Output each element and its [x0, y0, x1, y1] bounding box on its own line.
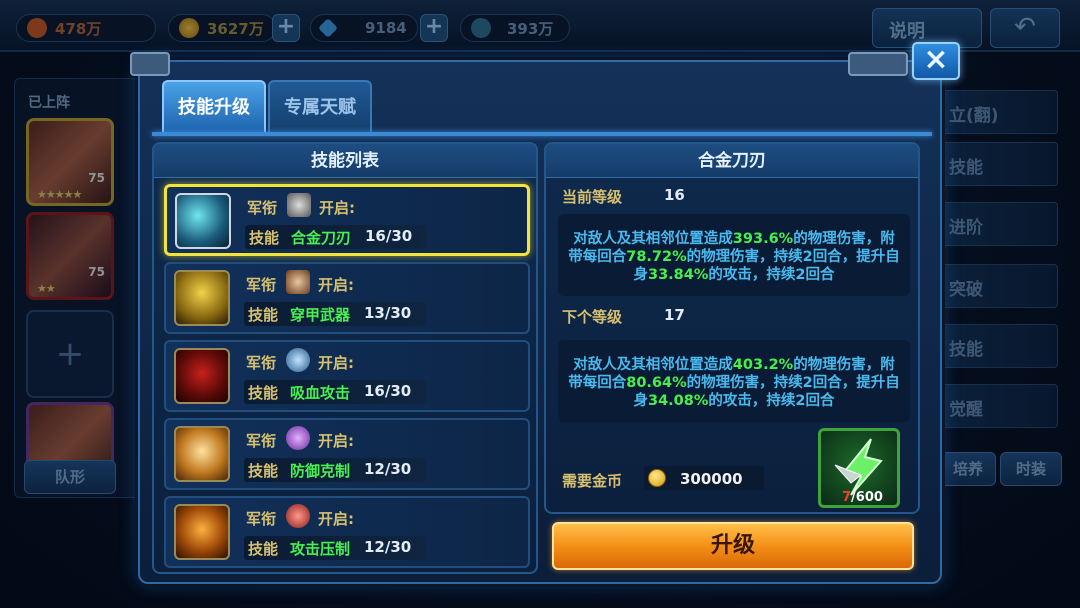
frame-ornament: [130, 52, 170, 76]
defense-counter-icon: [174, 426, 230, 482]
unlock-label: 开启:: [318, 276, 354, 294]
desc-text: 的攻击，持续2回合: [708, 393, 835, 409]
tab-underline: [152, 132, 932, 136]
skill-row[interactable]: 军衔 开启: 技能 合金刀刃 16/30: [164, 184, 530, 256]
skill-progress: 12/30: [364, 460, 412, 478]
vampire-attack-icon: [174, 348, 230, 404]
rank-badge-icon: [287, 193, 311, 217]
desc-text: 的物理伤害: [793, 357, 866, 373]
alloy-blade-icon: [175, 193, 231, 249]
desc-value: 80.64%: [626, 375, 687, 391]
rank-badge-icon: [286, 504, 310, 528]
skill-name: 穿甲武器: [290, 306, 351, 324]
tab-exclusive-talent[interactable]: 专属天赋: [268, 80, 372, 134]
skill-row[interactable]: 军衔 开启: 技能 防御克制 12/30: [164, 418, 530, 490]
next-level-description: 对敌人及其相邻位置造成403.2%的物理伤害，附带每回合80.64%的物理伤害，…: [558, 340, 910, 422]
skill-row[interactable]: 军衔 开启: 技能 穿甲武器 13/30: [164, 262, 530, 334]
skill-label: 技能: [248, 306, 279, 324]
skill-name: 攻击压制: [290, 540, 351, 558]
cost-label: 需要金币: [562, 472, 623, 490]
desc-text: 对敌人及其相邻位置造成: [573, 357, 733, 373]
desc-value: 33.84%: [648, 267, 709, 283]
next-level-label: 下个等级: [562, 308, 623, 326]
unlock-label: 开启:: [318, 354, 354, 372]
desc-text: 的攻击，持续2回合: [708, 267, 835, 283]
desc-value: 403.2%: [732, 357, 794, 373]
rank-label: 军衔: [246, 432, 277, 450]
next-level-value: 17: [664, 306, 685, 324]
desc-text: 的物理伤害，持续2回合: [686, 375, 842, 391]
skill-progress: 16/30: [364, 382, 412, 400]
unlock-label: 开启:: [318, 432, 354, 450]
close-icon: ×: [923, 42, 949, 77]
rank-label: 军衔: [247, 199, 278, 217]
rank-label: 军衔: [246, 354, 277, 372]
close-button[interactable]: ×: [912, 42, 960, 80]
skill-progress: 13/30: [364, 304, 412, 322]
skill-name: 防御克制: [290, 462, 351, 480]
desc-text: 对敌人及其相邻位置造成: [573, 231, 733, 247]
desc-value: 393.6%: [732, 231, 794, 247]
tab-skill-upgrade[interactable]: 技能升级: [162, 80, 266, 134]
gold-coin-icon: [648, 469, 666, 487]
unlock-label: 开启:: [318, 510, 354, 528]
item-required: /600: [851, 490, 883, 505]
skill-name: 合金刀刃: [291, 229, 352, 247]
skill-label: 技能: [248, 540, 279, 558]
current-level-value: 16: [664, 186, 685, 204]
skill-row[interactable]: 军衔 开启: 技能 吸血攻击 16/30: [164, 340, 530, 412]
attack-suppress-icon: [174, 504, 230, 560]
rank-badge-icon: [286, 348, 310, 372]
desc-value: 78.72%: [626, 249, 687, 265]
current-level-label: 当前等级: [562, 188, 623, 206]
frame-ornament: [848, 52, 908, 76]
desc-text: 的物理伤害: [793, 231, 866, 247]
armor-piercing-icon: [174, 270, 230, 326]
cost-value: 300000: [680, 470, 743, 488]
skill-label: 技能: [248, 462, 279, 480]
unlock-label: 开启:: [319, 199, 355, 217]
skill-label: 技能: [249, 229, 280, 247]
skill-progress: 12/30: [364, 538, 412, 556]
desc-text: 的物理伤害，持续2回合: [686, 249, 842, 265]
item-count: 7/600: [842, 490, 883, 505]
skill-name: 吸血攻击: [290, 384, 351, 402]
upgrade-button[interactable]: 升级: [552, 522, 914, 570]
rank-badge-icon: [286, 270, 310, 294]
skill-label: 技能: [248, 384, 279, 402]
item-owned: 7: [842, 490, 852, 505]
rank-label: 军衔: [246, 510, 277, 528]
current-level-description: 对敌人及其相邻位置造成393.6%的物理伤害，附带每回合78.72%的物理伤害，…: [558, 214, 910, 296]
skill-progress: 16/30: [365, 227, 413, 245]
rank-badge-icon: [286, 426, 310, 450]
skill-detail-title: 合金刀刃: [546, 144, 918, 178]
skill-row[interactable]: 军衔 开启: 技能 攻击压制 12/30: [164, 496, 530, 568]
rank-label: 军衔: [246, 276, 277, 294]
skill-list-title: 技能列表: [154, 144, 536, 178]
desc-value: 34.08%: [648, 393, 709, 409]
